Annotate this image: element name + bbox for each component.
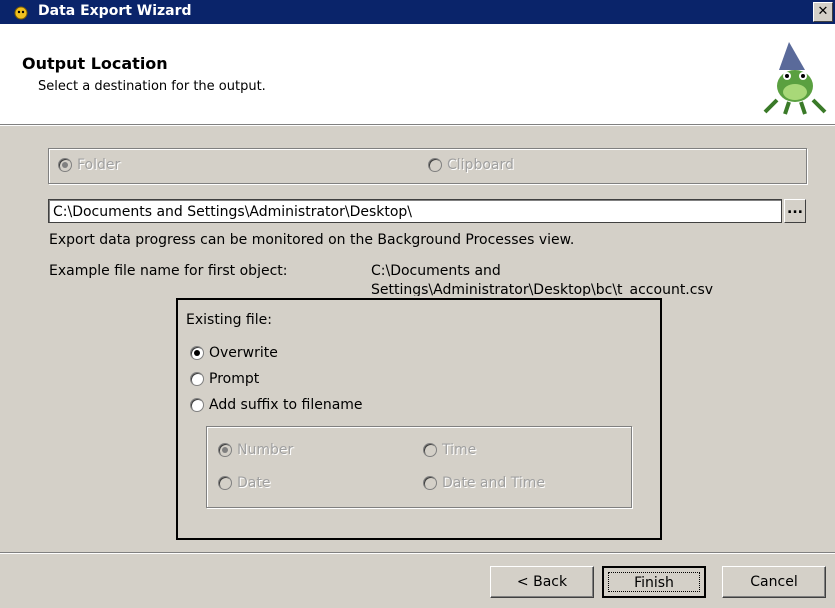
back-button-label: < Back	[516, 574, 568, 590]
add-suffix-radio-dot	[190, 398, 204, 412]
finish-button[interactable]: Finish	[602, 566, 706, 598]
time-radio-dot	[423, 443, 437, 457]
overwrite-radio[interactable]: Overwrite	[190, 345, 278, 361]
folder-radio[interactable]: Folder	[58, 157, 120, 173]
cancel-button-label: Cancel	[750, 574, 798, 590]
example-label: Example file name for first object:	[49, 263, 288, 279]
add-suffix-radio[interactable]: Add suffix to filename	[190, 397, 363, 413]
overwrite-radio-label: Overwrite	[209, 345, 278, 361]
number-radio-label: Number	[237, 442, 294, 458]
date-and-time-radio[interactable]: Date and Time	[423, 475, 545, 491]
progress-note: Export data progress can be monitored on…	[49, 232, 575, 248]
window-title: Data Export Wizard	[38, 3, 192, 19]
toad-logo-icon	[763, 42, 827, 115]
prompt-radio-label: Prompt	[209, 371, 260, 387]
example-value-line2: Settings\Administrator\Desktop\bc\t_acco…	[371, 282, 714, 296]
header-separator	[0, 125, 835, 126]
clipboard-radio-dot	[428, 158, 442, 172]
overwrite-radio-dot	[190, 346, 204, 360]
app-icon	[14, 6, 28, 20]
browse-button[interactable]: ...	[784, 199, 806, 223]
cancel-button[interactable]: Cancel	[722, 566, 826, 598]
example-value-line1: C:\Documents and	[371, 263, 501, 279]
date-radio[interactable]: Date	[218, 475, 270, 491]
clipboard-radio-label: Clipboard	[447, 157, 514, 173]
output-path-input[interactable]: C:\Documents and Settings\Administrator\…	[48, 199, 782, 223]
page-subtitle: Select a destination for the output.	[38, 79, 266, 94]
folder-radio-label: Folder	[77, 157, 121, 173]
back-button[interactable]: < Back	[490, 566, 594, 598]
time-radio[interactable]: Time	[423, 442, 476, 458]
wizard-header: Output Location Select a destination for…	[0, 24, 835, 125]
add-suffix-radio-label: Add suffix to filename	[209, 397, 363, 413]
existing-file-label: Existing file:	[186, 312, 272, 328]
date-and-time-radio-dot	[423, 476, 437, 490]
title-bar: Data Export Wizard ✕	[0, 0, 835, 24]
date-and-time-radio-label: Date and Time	[442, 475, 545, 491]
folder-radio-dot	[58, 158, 72, 172]
number-radio-dot	[218, 443, 232, 457]
date-radio-dot	[218, 476, 232, 490]
prompt-radio[interactable]: Prompt	[190, 371, 259, 387]
time-radio-label: Time	[442, 442, 477, 458]
page-title: Output Location	[22, 54, 168, 73]
close-button[interactable]: ✕	[813, 2, 833, 22]
prompt-radio-dot	[190, 372, 204, 386]
date-radio-label: Date	[237, 475, 271, 491]
footer-separator	[0, 552, 835, 554]
number-radio[interactable]: Number	[218, 442, 293, 458]
suffix-group	[206, 426, 632, 508]
finish-button-label: Finish	[634, 575, 674, 591]
clipboard-radio[interactable]: Clipboard	[428, 157, 514, 173]
